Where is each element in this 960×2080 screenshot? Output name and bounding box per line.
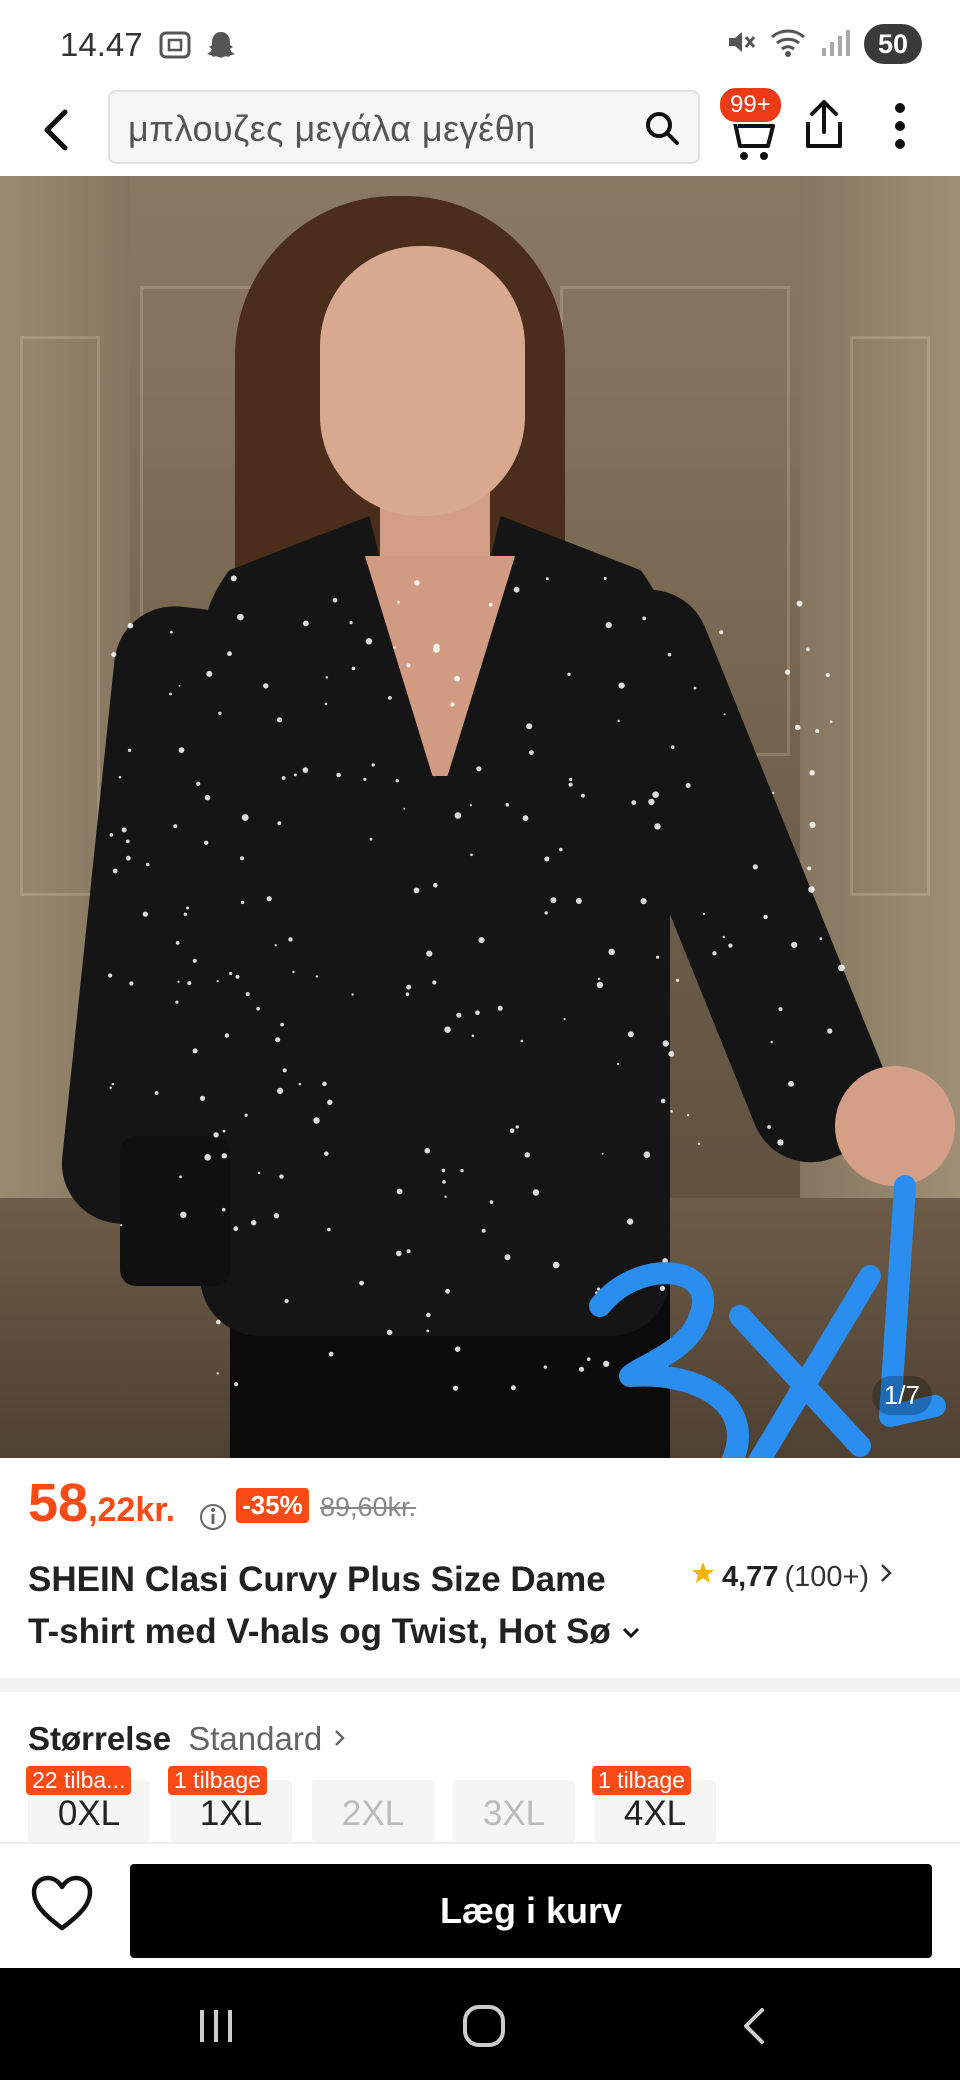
search-icon[interactable] <box>644 110 680 151</box>
more-vertical-icon <box>895 103 905 149</box>
recent-apps-button[interactable] <box>176 1998 256 2054</box>
model-hand <box>835 1066 955 1186</box>
home-button[interactable] <box>444 1998 524 2054</box>
chevron-left-icon <box>44 109 68 151</box>
model-face <box>320 246 525 516</box>
snapchat-icon <box>204 28 238 67</box>
stock-tag: 22 tilba... <box>26 1766 132 1795</box>
bottom-action-bar: Læg i kurv <box>0 1842 960 1968</box>
product-title-line-2-text: T-shirt med V-hals og Twist, Hot Sø <box>28 1612 611 1651</box>
size-option-label: 2XL <box>341 1794 405 1833</box>
price-row: 58,22kr. -35% 89,60kr. <box>0 1458 960 1548</box>
size-option-label: 0XL <box>57 1794 121 1833</box>
add-to-cart-button[interactable]: Læg i kurv <box>130 1864 932 1958</box>
size-option-1xl[interactable]: 1 tilbage 1XL <box>168 1766 292 1842</box>
discount-badge: -35% <box>236 1488 309 1523</box>
rating-summary[interactable]: 4,77 (100+) <box>690 1560 897 1594</box>
sparkle-dot <box>670 1110 673 1113</box>
signal-icon <box>820 26 850 63</box>
share-icon <box>806 100 842 148</box>
review-count: (100+) <box>784 1560 870 1593</box>
wall-panel <box>20 336 100 896</box>
price-decimal: ,22kr. <box>88 1491 176 1529</box>
cart-count-badge: 99+ <box>718 86 783 124</box>
size-option-0xl[interactable]: 22 tilba... 0XL <box>26 1766 150 1842</box>
system-nav-bar <box>0 1968 960 2080</box>
size-standard: Standard <box>188 1720 323 1757</box>
product-title-line-2: T-shirt med V-hals og Twist, Hot Sø <box>28 1606 948 1660</box>
share-button[interactable] <box>800 98 850 158</box>
current-price: 58,22kr. <box>28 1472 175 1534</box>
size-option-label: 1XL <box>199 1794 263 1833</box>
top-bar: μπλουζες μεγάλα μεγέθη 99+ <box>0 86 960 176</box>
size-option-4xl[interactable]: 1 tilbage 4XL <box>592 1766 716 1842</box>
back-button[interactable] <box>30 100 80 160</box>
stock-tag: 1 tilbage <box>168 1766 267 1795</box>
star-icon <box>690 1560 716 1594</box>
size-option-label: 3XL <box>482 1794 546 1833</box>
system-back-button[interactable] <box>714 1998 794 2054</box>
sparkle-dot <box>686 1113 690 1117</box>
status-bar: 14.47 50 <box>0 0 960 88</box>
chevron-right-icon <box>331 1720 349 1757</box>
size-header[interactable]: Størrelse Standard <box>28 1720 349 1758</box>
chevron-right-icon <box>875 1560 897 1594</box>
mute-icon <box>724 26 756 63</box>
handbag <box>120 1136 230 1286</box>
info-icon[interactable] <box>198 1502 228 1537</box>
search-input[interactable]: μπλουζες μεγάλα μεγέθη <box>108 90 700 164</box>
search-query: μπλουζες μεγάλα μεγέθη <box>128 108 536 149</box>
heart-icon <box>31 1875 93 1931</box>
back-arrow-icon <box>744 2008 764 2044</box>
original-price: 89,60kr. <box>320 1492 417 1522</box>
product-title-line-1: SHEIN Clasi Curvy Plus Size Dame <box>28 1560 606 1599</box>
size-option-2xl[interactable]: 2XL <box>312 1780 434 1842</box>
sparkle-dot <box>697 1142 701 1145</box>
screenshot-icon <box>158 28 192 67</box>
status-time: 14.47 <box>60 26 143 63</box>
home-icon <box>463 2005 505 2047</box>
price-integer: 58 <box>28 1473 89 1533</box>
size-option-label: 4XL <box>623 1794 687 1833</box>
image-counter: 1/7 <box>871 1376 932 1415</box>
stock-tag: 1 tilbage <box>592 1766 691 1795</box>
size-selector: Størrelse Standard 22 tilba... 0XL 1 til… <box>0 1692 960 1842</box>
size-label: Størrelse <box>28 1720 172 1757</box>
wall-panel <box>850 336 930 896</box>
wishlist-button[interactable] <box>30 1874 100 1940</box>
chevron-down-icon[interactable] <box>619 1608 643 1660</box>
battery-indicator: 50 <box>864 24 922 64</box>
recent-apps-icon <box>200 2010 232 2042</box>
product-image-gallery[interactable]: 1/7 <box>0 176 960 1458</box>
section-divider <box>0 1678 960 1692</box>
more-options-button[interactable] <box>880 98 920 158</box>
rating-score: 4,77 <box>722 1560 779 1593</box>
size-option-3xl[interactable]: 3XL <box>453 1780 575 1842</box>
wifi-icon <box>770 26 806 63</box>
sparkle-dot <box>675 978 680 982</box>
